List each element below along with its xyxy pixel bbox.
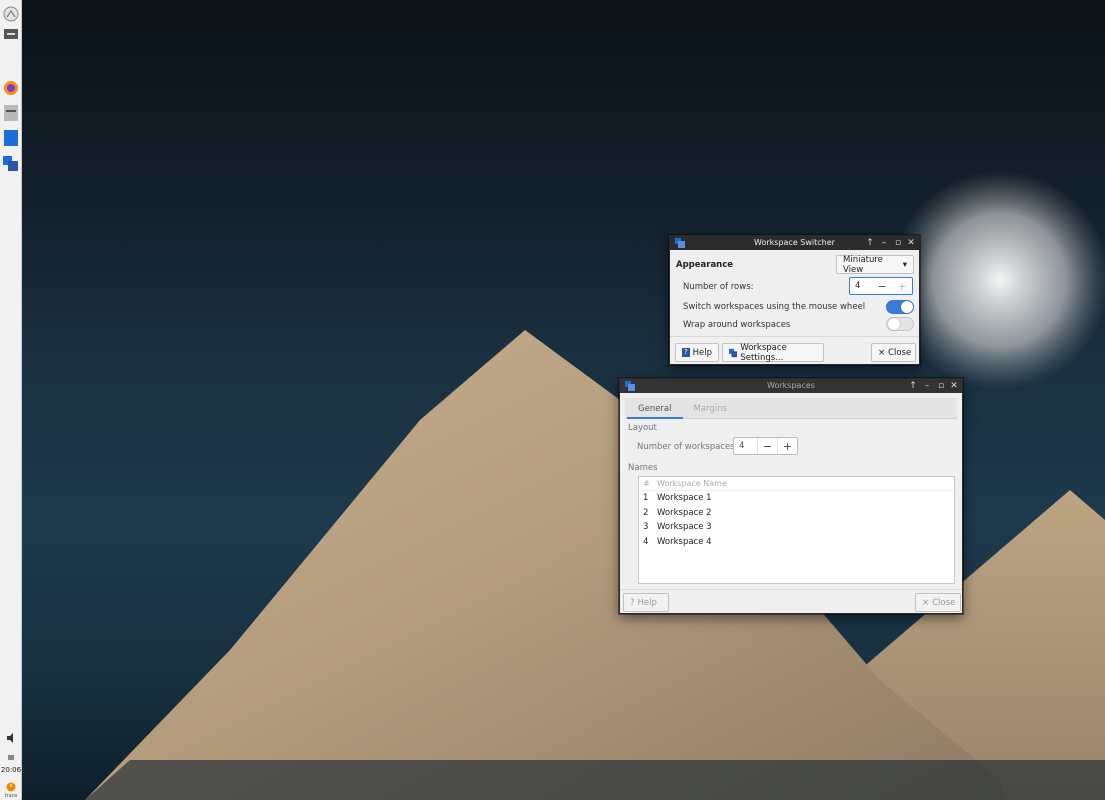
tab-general[interactable]: General <box>627 400 683 419</box>
column-number[interactable]: # <box>639 479 657 488</box>
column-name[interactable]: Workspace Name <box>657 479 954 488</box>
window-button-icon[interactable] <box>3 130 19 146</box>
help-button-label: Help <box>637 597 657 608</box>
keep-above-icon[interactable]: ↑ <box>864 237 876 249</box>
appearance-heading: Appearance <box>676 260 734 270</box>
minimize-icon[interactable]: – <box>921 380 933 392</box>
layout-heading: Layout <box>628 423 657 433</box>
help-button[interactable]: ? Help <box>675 343 719 362</box>
view-mode-value: Miniature View <box>843 254 883 275</box>
toggle-knob <box>888 318 900 330</box>
workspace-switcher-window: Workspace Switcher ↑ – ▫ ✕ Appearance Mi… <box>669 235 920 365</box>
mouse-wheel-toggle[interactable] <box>886 300 914 314</box>
tab-strip: General Margins <box>627 400 738 419</box>
toggle-knob <box>901 301 913 313</box>
close-button-label: Close <box>888 347 912 358</box>
table-row[interactable]: 3 Workspace 3 <box>639 520 954 535</box>
user-label: trans <box>4 793 18 799</box>
view-mode-dropdown[interactable]: Miniature View ▾ <box>836 254 914 275</box>
close-icon[interactable]: ✕ <box>948 380 960 392</box>
workspace-count-label: Number of workspaces: <box>637 442 738 452</box>
show-desktop-icon[interactable] <box>3 26 19 42</box>
network-icon[interactable] <box>3 748 19 764</box>
row-number: 1 <box>643 493 649 504</box>
file-manager-icon[interactable] <box>3 105 19 121</box>
switcher-titlebar[interactable]: Workspace Switcher ↑ – ▫ ✕ <box>670 236 919 250</box>
workspaces-window: Workspaces ↑ – ▫ ✕ General Margins Layou… <box>619 378 963 614</box>
maximize-icon[interactable]: ▫ <box>935 380 947 392</box>
close-x-icon: × <box>878 347 886 358</box>
tab-margins[interactable]: Margins <box>683 400 738 419</box>
row-number: 4 <box>643 536 649 547</box>
divider <box>620 589 962 590</box>
panel-clock[interactable]: 20:06 <box>0 766 22 774</box>
keep-above-icon[interactable]: ↑ <box>907 380 919 392</box>
table-row[interactable]: 1 Workspace 1 <box>639 491 954 506</box>
help-icon: ? <box>630 597 635 608</box>
row-name[interactable]: Workspace 1 <box>657 493 954 503</box>
workspace-names-list[interactable]: # Workspace Name 1 Workspace 1 2 Workspa… <box>638 476 955 584</box>
decrement-button[interactable]: − <box>872 278 892 294</box>
close-icon[interactable]: ✕ <box>905 237 917 249</box>
row-name[interactable]: Workspace 2 <box>657 508 954 518</box>
rows-stepper[interactable]: 4 − + <box>849 277 913 295</box>
table-row[interactable]: 2 Workspace 2 <box>639 506 954 521</box>
row-name[interactable]: Workspace 4 <box>657 537 954 547</box>
volume-icon[interactable] <box>3 730 19 746</box>
chevron-down-icon: ▾ <box>902 259 907 270</box>
workspace-icon <box>729 348 738 357</box>
workspace-window-icon[interactable] <box>3 156 19 172</box>
workspaces-titlebar[interactable]: Workspaces ↑ – ▫ ✕ <box>620 379 962 393</box>
divider <box>670 336 919 337</box>
maximize-icon[interactable]: ▫ <box>892 237 904 249</box>
side-panel: 20:06 trans <box>0 0 22 800</box>
rows-value[interactable]: 4 <box>850 281 872 291</box>
workspace-settings-button[interactable]: Workspace Settings... <box>722 342 824 363</box>
workspace-count-stepper[interactable]: 4 − + <box>733 437 798 455</box>
minimize-icon[interactable]: – <box>878 237 890 249</box>
row-name[interactable]: Workspace 3 <box>657 522 954 532</box>
list-header: # Workspace Name <box>639 477 954 491</box>
workspace-count-value[interactable]: 4 <box>734 441 757 451</box>
close-button[interactable]: × Close <box>871 343 916 362</box>
wrap-label: Wrap around workspaces <box>683 320 791 330</box>
whisker-menu-icon[interactable] <box>3 6 19 22</box>
row-number: 2 <box>643 507 649 518</box>
workspace-settings-label: Workspace Settings... <box>740 342 787 363</box>
firefox-icon[interactable] <box>3 80 19 96</box>
table-row[interactable]: 4 Workspace 4 <box>639 535 954 550</box>
help-icon: ? <box>682 348 690 357</box>
increment-button[interactable]: + <box>892 278 912 294</box>
row-number: 3 <box>643 522 649 533</box>
help-button[interactable]: ? Help <box>623 593 669 612</box>
decrement-button[interactable]: − <box>757 438 777 454</box>
mouse-wheel-label: Switch workspaces using the mouse wheel <box>683 302 866 312</box>
names-heading: Names <box>628 463 658 473</box>
close-button[interactable]: × Close <box>915 593 961 612</box>
close-button-label: Close <box>932 597 956 608</box>
increment-button[interactable]: + <box>777 438 797 454</box>
rows-label: Number of rows: <box>683 282 754 292</box>
help-button-label: Help <box>692 347 712 358</box>
wrap-toggle[interactable] <box>886 317 914 331</box>
close-x-icon: × <box>922 597 930 608</box>
